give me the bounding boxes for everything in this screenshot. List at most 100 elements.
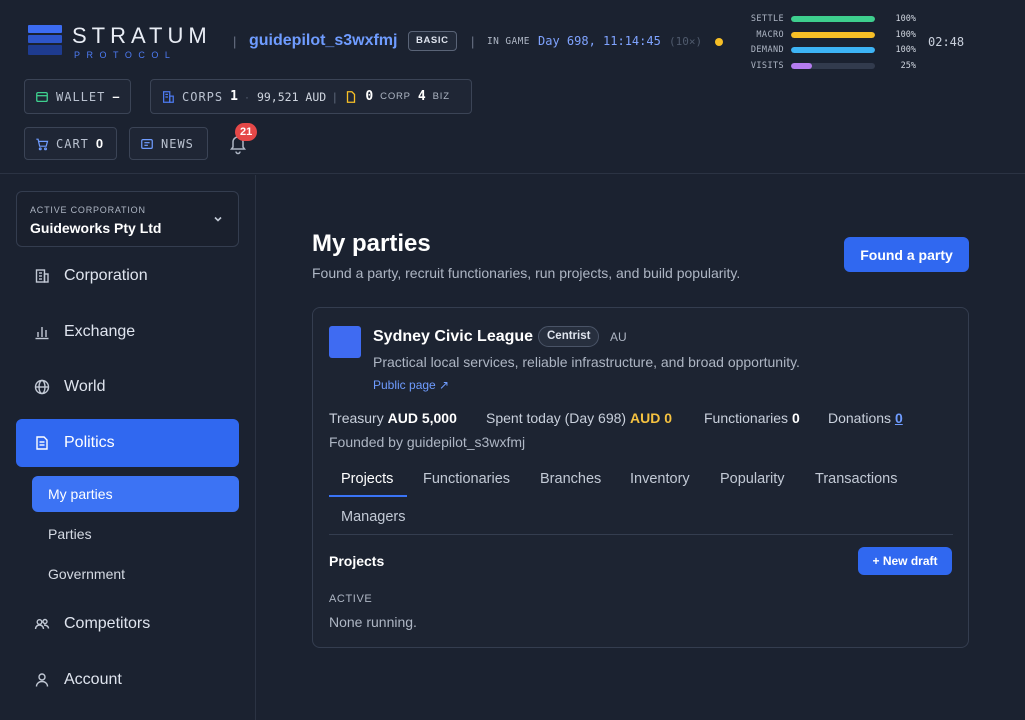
wallet-button[interactable]: WALLET – [24,79,131,114]
sidebar-subitem-label: Government [48,566,126,582]
file-icon [347,90,356,103]
party-color-swatch [329,326,361,358]
brand-subtitle: PROTOCOL [74,50,177,60]
meter-fill [791,62,812,69]
ingame-label: IN GAME [487,36,530,47]
treasury-label: Treasury [329,410,384,426]
corps-amount: 99,521 AUD [256,89,327,104]
meter-row: VISITS 25% [740,59,920,75]
meter-track [791,47,875,53]
game-date: Day 698, 11:14:45 [538,34,661,48]
found-party-button[interactable]: Found a party [844,237,969,272]
meter-fill [791,31,875,38]
sidebar-subitem-my-parties[interactable]: My parties [32,476,239,512]
corp-count: 0 [365,89,374,104]
users-icon [34,618,50,630]
projects-heading: Projects [329,553,385,569]
sidebar-item-exchange[interactable]: Exchange [16,308,239,356]
active-tab-indicator [329,495,407,497]
active-projects-label: ACTIVE [329,593,373,605]
biz-count: 4 [417,89,426,104]
meter-track [791,31,875,38]
sidebar-item-account[interactable]: Account [16,656,239,704]
treasury-value: AUD 5,000 [387,410,457,426]
top-header: STRATUM PROTOCOL | guidepilot_s3wxfmj BA… [0,0,1025,174]
cart-count: 0 [95,136,104,151]
tab-popularity[interactable]: Popularity [708,461,796,497]
cart-icon [36,138,49,150]
donations-value-link[interactable]: 0 [895,410,903,426]
wallet-value: – [112,89,120,104]
building-icon [35,269,49,283]
active-corporation-label: ACTIVE CORPORATION [30,205,146,215]
document-icon [36,436,48,450]
globe-icon [34,379,50,395]
sidebar-item-politics[interactable]: Politics [16,419,239,467]
meter-row: MACRO 100% [740,28,920,44]
wallet-icon [36,91,48,102]
news-label: NEWS [161,136,194,151]
clock: 02:48 [928,35,965,49]
cart-button[interactable]: CART 0 [24,127,117,160]
user-icon [35,673,49,687]
sidebar-item-label: Corporation [64,267,148,284]
sidebar-item-world[interactable]: World [16,363,239,411]
corps-button[interactable]: CORPS 1 · 99,521 AUD | 0 CORP 4 BIZ [150,79,472,114]
page-subtitle: Found a party, recruit functionaries, ru… [312,265,741,281]
system-meters: SETTLE 100% MACRO 100% DEMAND 100% VISITS 25% [740,12,920,74]
meter-fill [791,47,875,53]
functionaries-value: 0 [791,410,800,426]
biz-label: BIZ [432,91,450,102]
party-country: AU [610,330,627,344]
news-button[interactable]: NEWS [129,127,208,160]
brand: STRATUM PROTOCOL [72,23,212,61]
sidebar: ACTIVE CORPORATION Guideworks Pty Ltd Co… [0,175,256,720]
party-ideology-badge: Centrist [538,326,600,347]
meter-value: 100% [895,29,916,40]
sidebar-item-label: Politics [64,434,115,451]
functionaries-stat: Functionaries 0 [704,410,800,426]
sidebar-item-label: Account [64,671,122,688]
stratum-logo-icon [28,25,62,55]
meter-track [791,16,875,22]
treasury-stat: Treasury AUD 5,000 [329,410,457,426]
meter-label: VISITS [750,60,784,71]
page-title: My parties [312,230,431,257]
functionaries-label: Functionaries [704,410,789,426]
chevron-down-icon [214,216,222,222]
spent-today-label: Spent today (Day 698) [486,410,627,426]
founded-by: Founded by guidepilot_s3wxfmj [329,434,526,450]
corps-label: CORPS [182,89,224,104]
tab-transactions[interactable]: Transactions [803,461,909,497]
corps-count: 1 [230,89,238,104]
new-draft-button[interactable]: + New draft [858,547,952,575]
sidebar-item-competitors[interactable]: Competitors [16,600,239,648]
corp-label: CORP [380,91,411,102]
tab-branches[interactable]: Branches [528,461,613,497]
tab-functionaries[interactable]: Functionaries [411,461,522,497]
party-card: Sydney Civic League Centrist AU Practica… [312,307,969,648]
tab-managers[interactable]: Managers [329,499,417,535]
sidebar-subitem-label: My parties [48,486,113,502]
notification-count-badge: 21 [235,123,258,141]
bar-chart-icon [35,327,49,340]
meter-label: MACRO [756,29,784,40]
active-corporation-selector[interactable]: ACTIVE CORPORATION Guideworks Pty Ltd [16,191,239,247]
sidebar-item-corporation[interactable]: Corporation [16,252,239,300]
sidebar-subitem-government[interactable]: Government [32,556,239,592]
meter-track [791,62,875,69]
active-corporation-name: Guideworks Pty Ltd [30,220,162,236]
game-speed: (10×) [669,35,703,48]
sidebar-subitem-parties[interactable]: Parties [32,516,239,552]
tab-projects[interactable]: Projects [329,461,405,497]
header-separator: | [233,34,237,49]
brand-name: STRATUM [72,23,212,48]
username-link[interactable]: guidepilot_s3wxfmj [249,32,397,50]
tab-divider [329,534,953,535]
public-page-link[interactable]: Public page ↗ [373,378,449,392]
tab-inventory[interactable]: Inventory [618,461,702,497]
building-icon [163,90,174,103]
sidebar-subitem-label: Parties [48,526,92,542]
cart-label: CART [56,136,89,151]
meter-value: 25% [900,60,916,71]
